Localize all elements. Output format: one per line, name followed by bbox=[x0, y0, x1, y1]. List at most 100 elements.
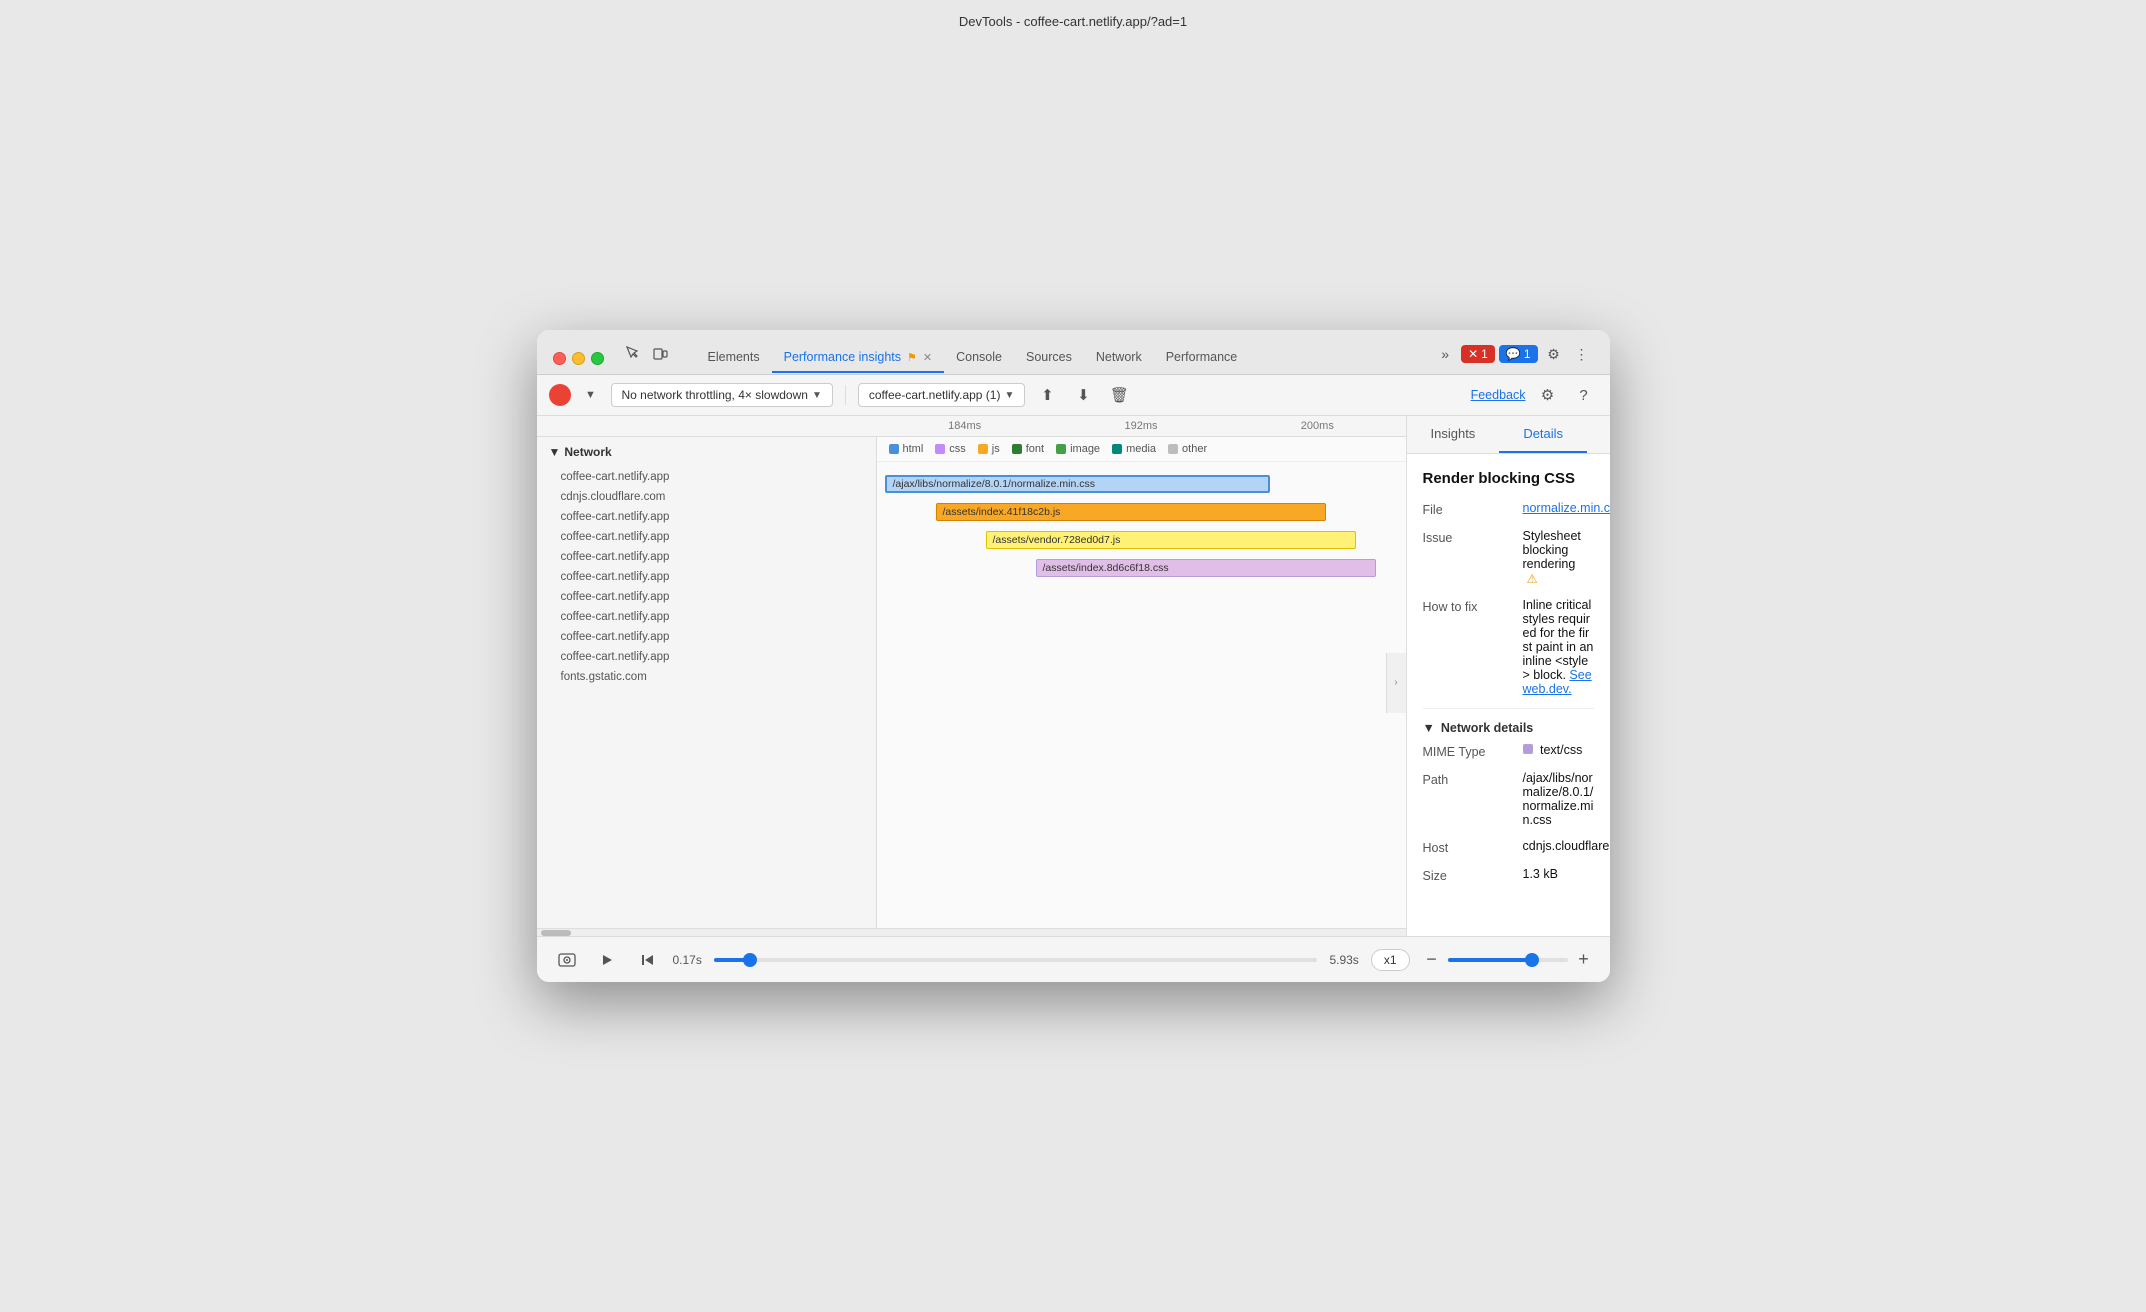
more-tabs-button[interactable]: » bbox=[1433, 342, 1457, 366]
close-button[interactable] bbox=[553, 352, 566, 365]
minimize-button[interactable] bbox=[572, 352, 585, 365]
zoom-in-button[interactable]: + bbox=[1574, 950, 1594, 970]
tabs-right: » ✕ 1 💬 1 ⚙ ⋮ bbox=[1433, 342, 1593, 374]
zoom-out-button[interactable]: − bbox=[1422, 950, 1442, 970]
legend-image-dot bbox=[1056, 444, 1066, 454]
network-header[interactable]: ▼ Network bbox=[537, 437, 876, 467]
ruler-tick-184: 184ms bbox=[877, 420, 1053, 432]
settings-button[interactable]: ⚙ bbox=[1534, 381, 1562, 409]
legend-js: js bbox=[978, 443, 1000, 455]
expand-handle[interactable]: › bbox=[1386, 653, 1406, 713]
skip-to-start-button[interactable] bbox=[633, 946, 661, 974]
network-item[interactable]: coffee-cart.netlify.app bbox=[537, 587, 876, 607]
url-arrow-icon: ▼ bbox=[1004, 390, 1014, 401]
inspect-icon[interactable] bbox=[620, 342, 644, 366]
traffic-lights bbox=[553, 352, 604, 365]
timeline-area: html css js font bbox=[877, 437, 1406, 928]
tab-insights[interactable]: Insights bbox=[1407, 416, 1500, 453]
screenshot-button[interactable] bbox=[553, 946, 581, 974]
download-button[interactable]: ⬇ bbox=[1069, 381, 1097, 409]
devtools-toolbar-icons bbox=[620, 342, 672, 374]
network-item[interactable]: coffee-cart.netlify.app bbox=[537, 547, 876, 567]
ruler-tick-192: 192ms bbox=[1053, 420, 1229, 432]
detail-row-host: Host cdnjs.cloudflare.com bbox=[1423, 839, 1594, 855]
network-item[interactable]: coffee-cart.netlify.app bbox=[537, 647, 876, 667]
error-badge-button[interactable]: ✕ 1 bbox=[1461, 345, 1495, 363]
scrollbar-thumb bbox=[541, 930, 571, 936]
record-button[interactable] bbox=[549, 384, 571, 406]
url-dropdown[interactable]: coffee-cart.netlify.app (1) ▼ bbox=[858, 383, 1026, 407]
detail-row-mime: MIME Type text/css bbox=[1423, 743, 1594, 759]
mime-dot bbox=[1523, 744, 1533, 754]
network-item[interactable]: coffee-cart.netlify.app bbox=[537, 607, 876, 627]
timeline-bar-index-js[interactable]: /assets/index.41f18c2b.js bbox=[936, 503, 1326, 521]
upload-button[interactable]: ⬆ bbox=[1033, 381, 1061, 409]
detail-row-howtofix: How to fix Inline critical styles requir… bbox=[1423, 598, 1594, 696]
feedback-link[interactable]: Feedback bbox=[1471, 388, 1526, 402]
more-options-icon[interactable]: ⋮ bbox=[1570, 342, 1594, 366]
zoom-track[interactable] bbox=[1448, 958, 1568, 962]
legend-css-dot bbox=[935, 444, 945, 454]
detail-row-issue: Issue Stylesheet blocking rendering ⚠ bbox=[1423, 529, 1594, 586]
tabs-bar: Elements Performance insights ⚑ ✕ Consol… bbox=[688, 343, 1258, 373]
network-item[interactable]: coffee-cart.netlify.app bbox=[537, 507, 876, 527]
main-toolbar: ▼ No network throttling, 4× slowdown ▼ c… bbox=[537, 375, 1610, 416]
legend-html: html bbox=[889, 443, 924, 455]
legend-bar: html css js font bbox=[877, 437, 1406, 462]
detail-row-file: File normalize.min.css bbox=[1423, 501, 1594, 517]
warning-icon: ⚠ bbox=[1527, 572, 1538, 586]
network-item[interactable]: coffee-cart.netlify.app bbox=[537, 627, 876, 647]
tab-sources[interactable]: Sources bbox=[1014, 343, 1084, 373]
network-item[interactable]: coffee-cart.netlify.app bbox=[537, 567, 876, 587]
tab-performance[interactable]: Performance bbox=[1154, 343, 1250, 373]
play-button[interactable] bbox=[593, 946, 621, 974]
section-title: Render blocking CSS bbox=[1423, 470, 1594, 487]
help-button[interactable]: ? bbox=[1570, 381, 1598, 409]
legend-other-dot bbox=[1168, 444, 1178, 454]
network-item[interactable]: fonts.gstatic.com bbox=[537, 667, 876, 687]
settings-icon[interactable]: ⚙ bbox=[1542, 342, 1566, 366]
legend-font: font bbox=[1012, 443, 1044, 455]
timeline-bar-index-css[interactable]: /assets/index.8d6c6f18.css bbox=[1036, 559, 1376, 577]
legend-media: media bbox=[1112, 443, 1156, 455]
tab-console[interactable]: Console bbox=[944, 343, 1014, 373]
file-link[interactable]: normalize.min.css bbox=[1523, 501, 1610, 515]
speed-button[interactable]: x1 bbox=[1371, 949, 1410, 971]
ruler-tick-200: 200ms bbox=[1229, 420, 1405, 432]
delete-button[interactable]: 🗑 bbox=[1105, 381, 1133, 409]
timeline-bar-vendor-js[interactable]: /assets/vendor.728ed0d7.js bbox=[986, 531, 1356, 549]
right-panel: Insights Details Render blocking CSS Fil… bbox=[1407, 416, 1610, 936]
tab-close-icon[interactable]: ✕ bbox=[923, 351, 932, 364]
bar-row: /assets/index.41f18c2b.js bbox=[881, 498, 1402, 526]
left-panel: 184ms 192ms 200ms ▼ Network coffee-cart.… bbox=[537, 416, 1407, 936]
tab-performance-insights[interactable]: Performance insights ⚑ ✕ bbox=[772, 343, 945, 373]
tab-elements[interactable]: Elements bbox=[696, 343, 772, 373]
timeline-ruler: 184ms 192ms 200ms bbox=[537, 416, 1406, 437]
legend-html-dot bbox=[889, 444, 899, 454]
legend-css: css bbox=[935, 443, 966, 455]
dropdown-arrow-icon[interactable]: ▼ bbox=[579, 383, 603, 407]
network-item[interactable]: coffee-cart.netlify.app bbox=[537, 527, 876, 547]
zoom-controls: − + bbox=[1422, 950, 1594, 970]
bar-row: /ajax/libs/normalize/8.0.1/normalize.min… bbox=[881, 470, 1402, 498]
title-bar: Elements Performance insights ⚑ ✕ Consol… bbox=[537, 330, 1610, 375]
right-tabs: Insights Details bbox=[1407, 416, 1610, 454]
toolbar-separator bbox=[845, 385, 846, 405]
message-badge-button[interactable]: 💬 1 bbox=[1499, 345, 1538, 363]
bar-row: /assets/vendor.728ed0d7.js bbox=[881, 526, 1402, 554]
tab-network[interactable]: Network bbox=[1084, 343, 1154, 373]
network-details-header[interactable]: ▼ Network details bbox=[1423, 708, 1594, 743]
device-toolbar-icon[interactable] bbox=[648, 342, 672, 366]
maximize-button[interactable] bbox=[591, 352, 604, 365]
bars-area: /ajax/libs/normalize/8.0.1/normalize.min… bbox=[877, 462, 1406, 590]
network-chevron-icon: ▼ bbox=[549, 445, 561, 459]
time-end-label: 5.93s bbox=[1329, 953, 1358, 967]
network-item[interactable]: coffee-cart.netlify.app bbox=[537, 467, 876, 487]
scrubber-track[interactable] bbox=[714, 958, 1318, 962]
network-list: ▼ Network coffee-cart.netlify.app cdnjs.… bbox=[537, 437, 877, 928]
timeline-bar-normalize-css[interactable]: /ajax/libs/normalize/8.0.1/normalize.min… bbox=[885, 475, 1270, 493]
throttling-dropdown[interactable]: No network throttling, 4× slowdown ▼ bbox=[611, 383, 833, 407]
horizontal-scrollbar[interactable] bbox=[537, 928, 1406, 936]
network-item[interactable]: cdnjs.cloudflare.com bbox=[537, 487, 876, 507]
tab-details[interactable]: Details bbox=[1499, 416, 1587, 453]
